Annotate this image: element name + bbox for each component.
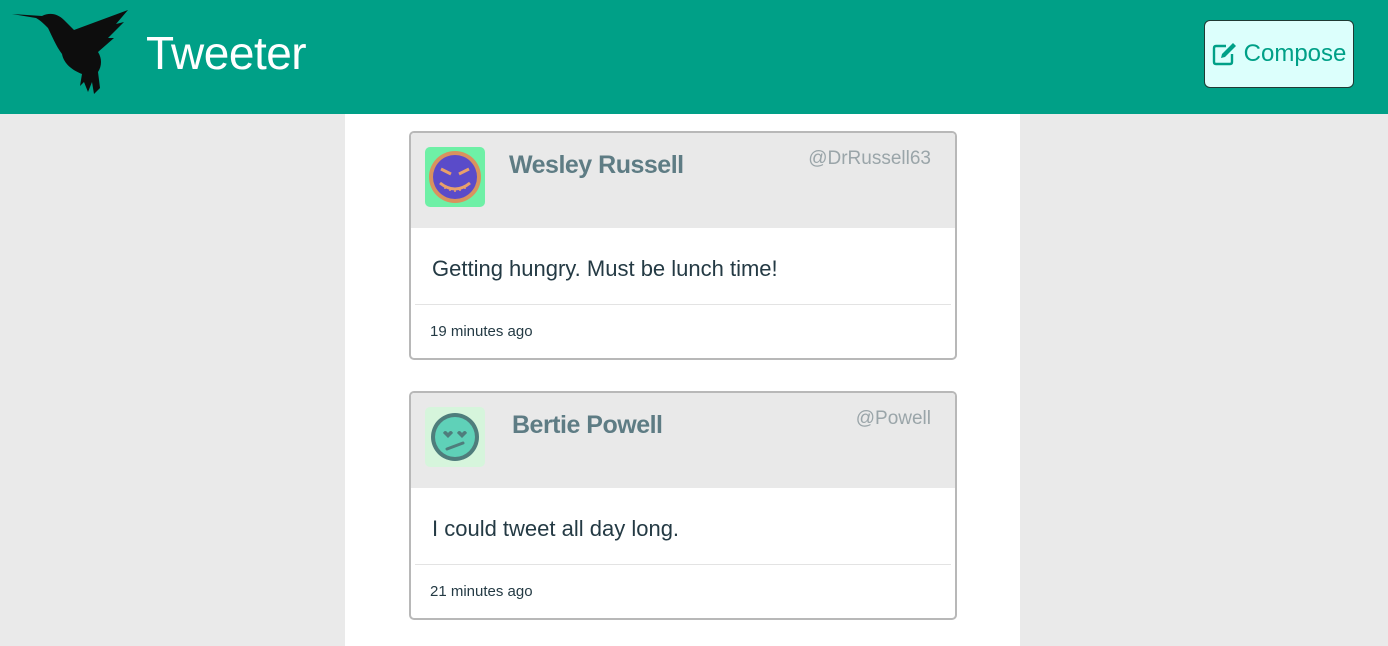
navbar: Tweeter Compose — [0, 0, 1388, 114]
tweet-header: Bertie Powell @Powell — [411, 393, 955, 488]
edit-icon — [1212, 43, 1236, 66]
compose-button[interactable]: Compose — [1204, 20, 1354, 88]
heart-eyes-face-icon — [431, 413, 479, 461]
author-name: Wesley Russell — [509, 151, 684, 179]
avatar — [425, 407, 485, 467]
tweet-content: I could tweet all day long. — [432, 516, 680, 541]
grinning-devil-face-icon — [429, 151, 481, 203]
hummingbird-logo-icon — [12, 10, 128, 94]
divider — [415, 304, 951, 305]
compose-label: Compose — [1243, 40, 1347, 67]
tweet-card: Bertie Powell @Powell I could tweet all … — [409, 391, 957, 620]
author-name: Bertie Powell — [512, 411, 663, 439]
tweet-header: Wesley Russell @DrRussell63 — [411, 133, 955, 228]
tweet-card: Wesley Russell @DrRussell63 Getting hung… — [409, 131, 957, 360]
tweets-container: Wesley Russell @DrRussell63 Getting hung… — [345, 114, 1020, 646]
tweet-content: Getting hungry. Must be lunch time! — [432, 256, 778, 281]
author-handle: @Powell — [855, 408, 931, 429]
tweet-timestamp: 19 minutes ago — [430, 323, 533, 340]
brand-title: Tweeter — [146, 27, 307, 79]
divider — [415, 564, 951, 565]
avatar — [425, 147, 485, 207]
author-handle: @DrRussell63 — [808, 148, 931, 169]
tweet-timestamp: 21 minutes ago — [430, 583, 533, 600]
